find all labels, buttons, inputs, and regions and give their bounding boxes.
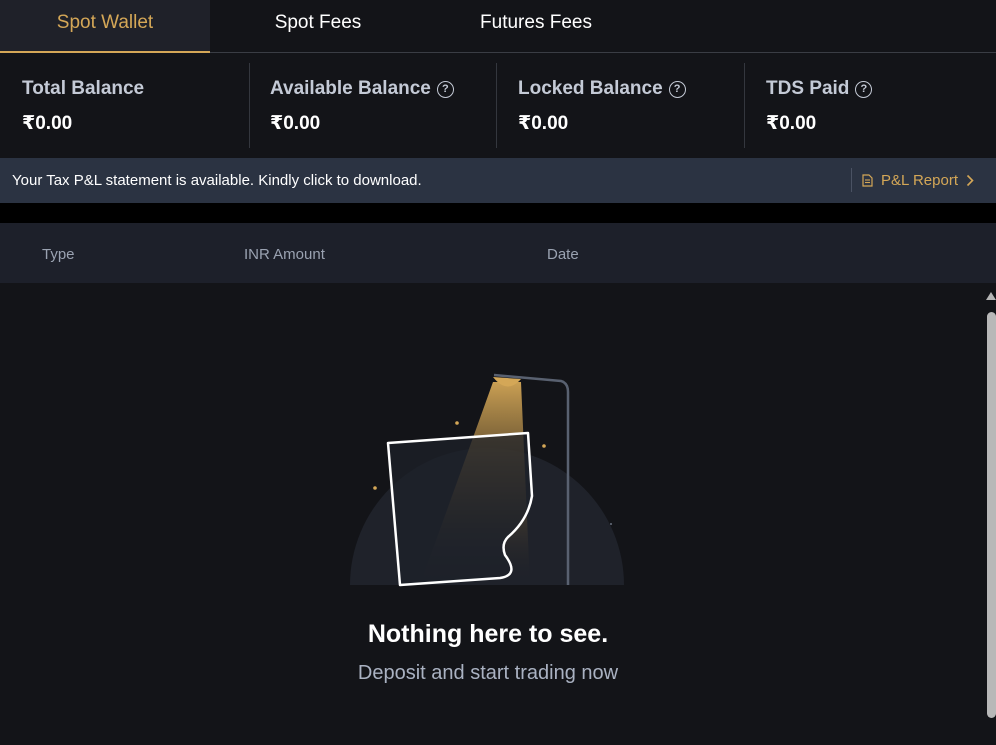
column-date: Date	[547, 246, 579, 263]
locked-balance-label: Locked Balance	[518, 78, 663, 99]
section-divider	[0, 203, 996, 223]
tab-bar: Spot Wallet Spot Fees Futures Fees	[0, 0, 996, 53]
available-balance-value: ₹0.00	[270, 113, 321, 134]
tab-futures-fees[interactable]: Futures Fees	[466, 0, 606, 52]
tds-paid-card: TDS Paid ? ₹0.00	[744, 63, 996, 148]
chevron-right-icon	[966, 174, 974, 187]
empty-state-subtitle: Deposit and start trading now	[357, 662, 619, 684]
banner-message: Your Tax P&L statement is available. Kin…	[12, 172, 422, 189]
tab-spot-fees[interactable]: Spot Fees	[258, 0, 378, 52]
banner-divider	[851, 168, 852, 192]
tds-paid-label: TDS Paid	[766, 78, 850, 99]
question-circle-icon[interactable]: ?	[855, 80, 873, 98]
column-inr-amount: INR Amount	[244, 246, 325, 263]
question-circle-icon[interactable]: ?	[436, 80, 454, 98]
question-circle-icon[interactable]: ?	[668, 80, 686, 98]
empty-state-title: Nothing here to see.	[367, 620, 609, 648]
empty-state-illustration	[350, 373, 624, 587]
table-header: Type INR Amount Date	[0, 223, 996, 283]
total-balance-card: Total Balance ₹0.00	[0, 63, 249, 148]
tab-spot-wallet[interactable]: Spot Wallet	[0, 0, 210, 53]
balance-summary: Total Balance ₹0.00 Available Balance ? …	[0, 53, 996, 158]
tds-paid-value: ₹0.00	[766, 113, 817, 134]
scrollbar-up-arrow[interactable]	[986, 292, 996, 300]
tax-statement-banner: Your Tax P&L statement is available. Kin…	[0, 158, 996, 203]
column-type: Type	[42, 246, 75, 263]
document-icon	[862, 174, 873, 187]
total-balance-value: ₹0.00	[22, 113, 73, 134]
locked-balance-value: ₹0.00	[518, 113, 569, 134]
total-balance-label: Total Balance	[22, 78, 145, 99]
available-balance-label: Available Balance	[270, 78, 431, 99]
locked-balance-card: Locked Balance ? ₹0.00	[496, 63, 744, 148]
pnl-report-button[interactable]: P&L Report	[862, 172, 974, 189]
available-balance-card: Available Balance ? ₹0.00	[249, 63, 497, 148]
pnl-report-label: P&L Report	[881, 172, 958, 189]
scrollbar-thumb[interactable]	[987, 312, 996, 718]
